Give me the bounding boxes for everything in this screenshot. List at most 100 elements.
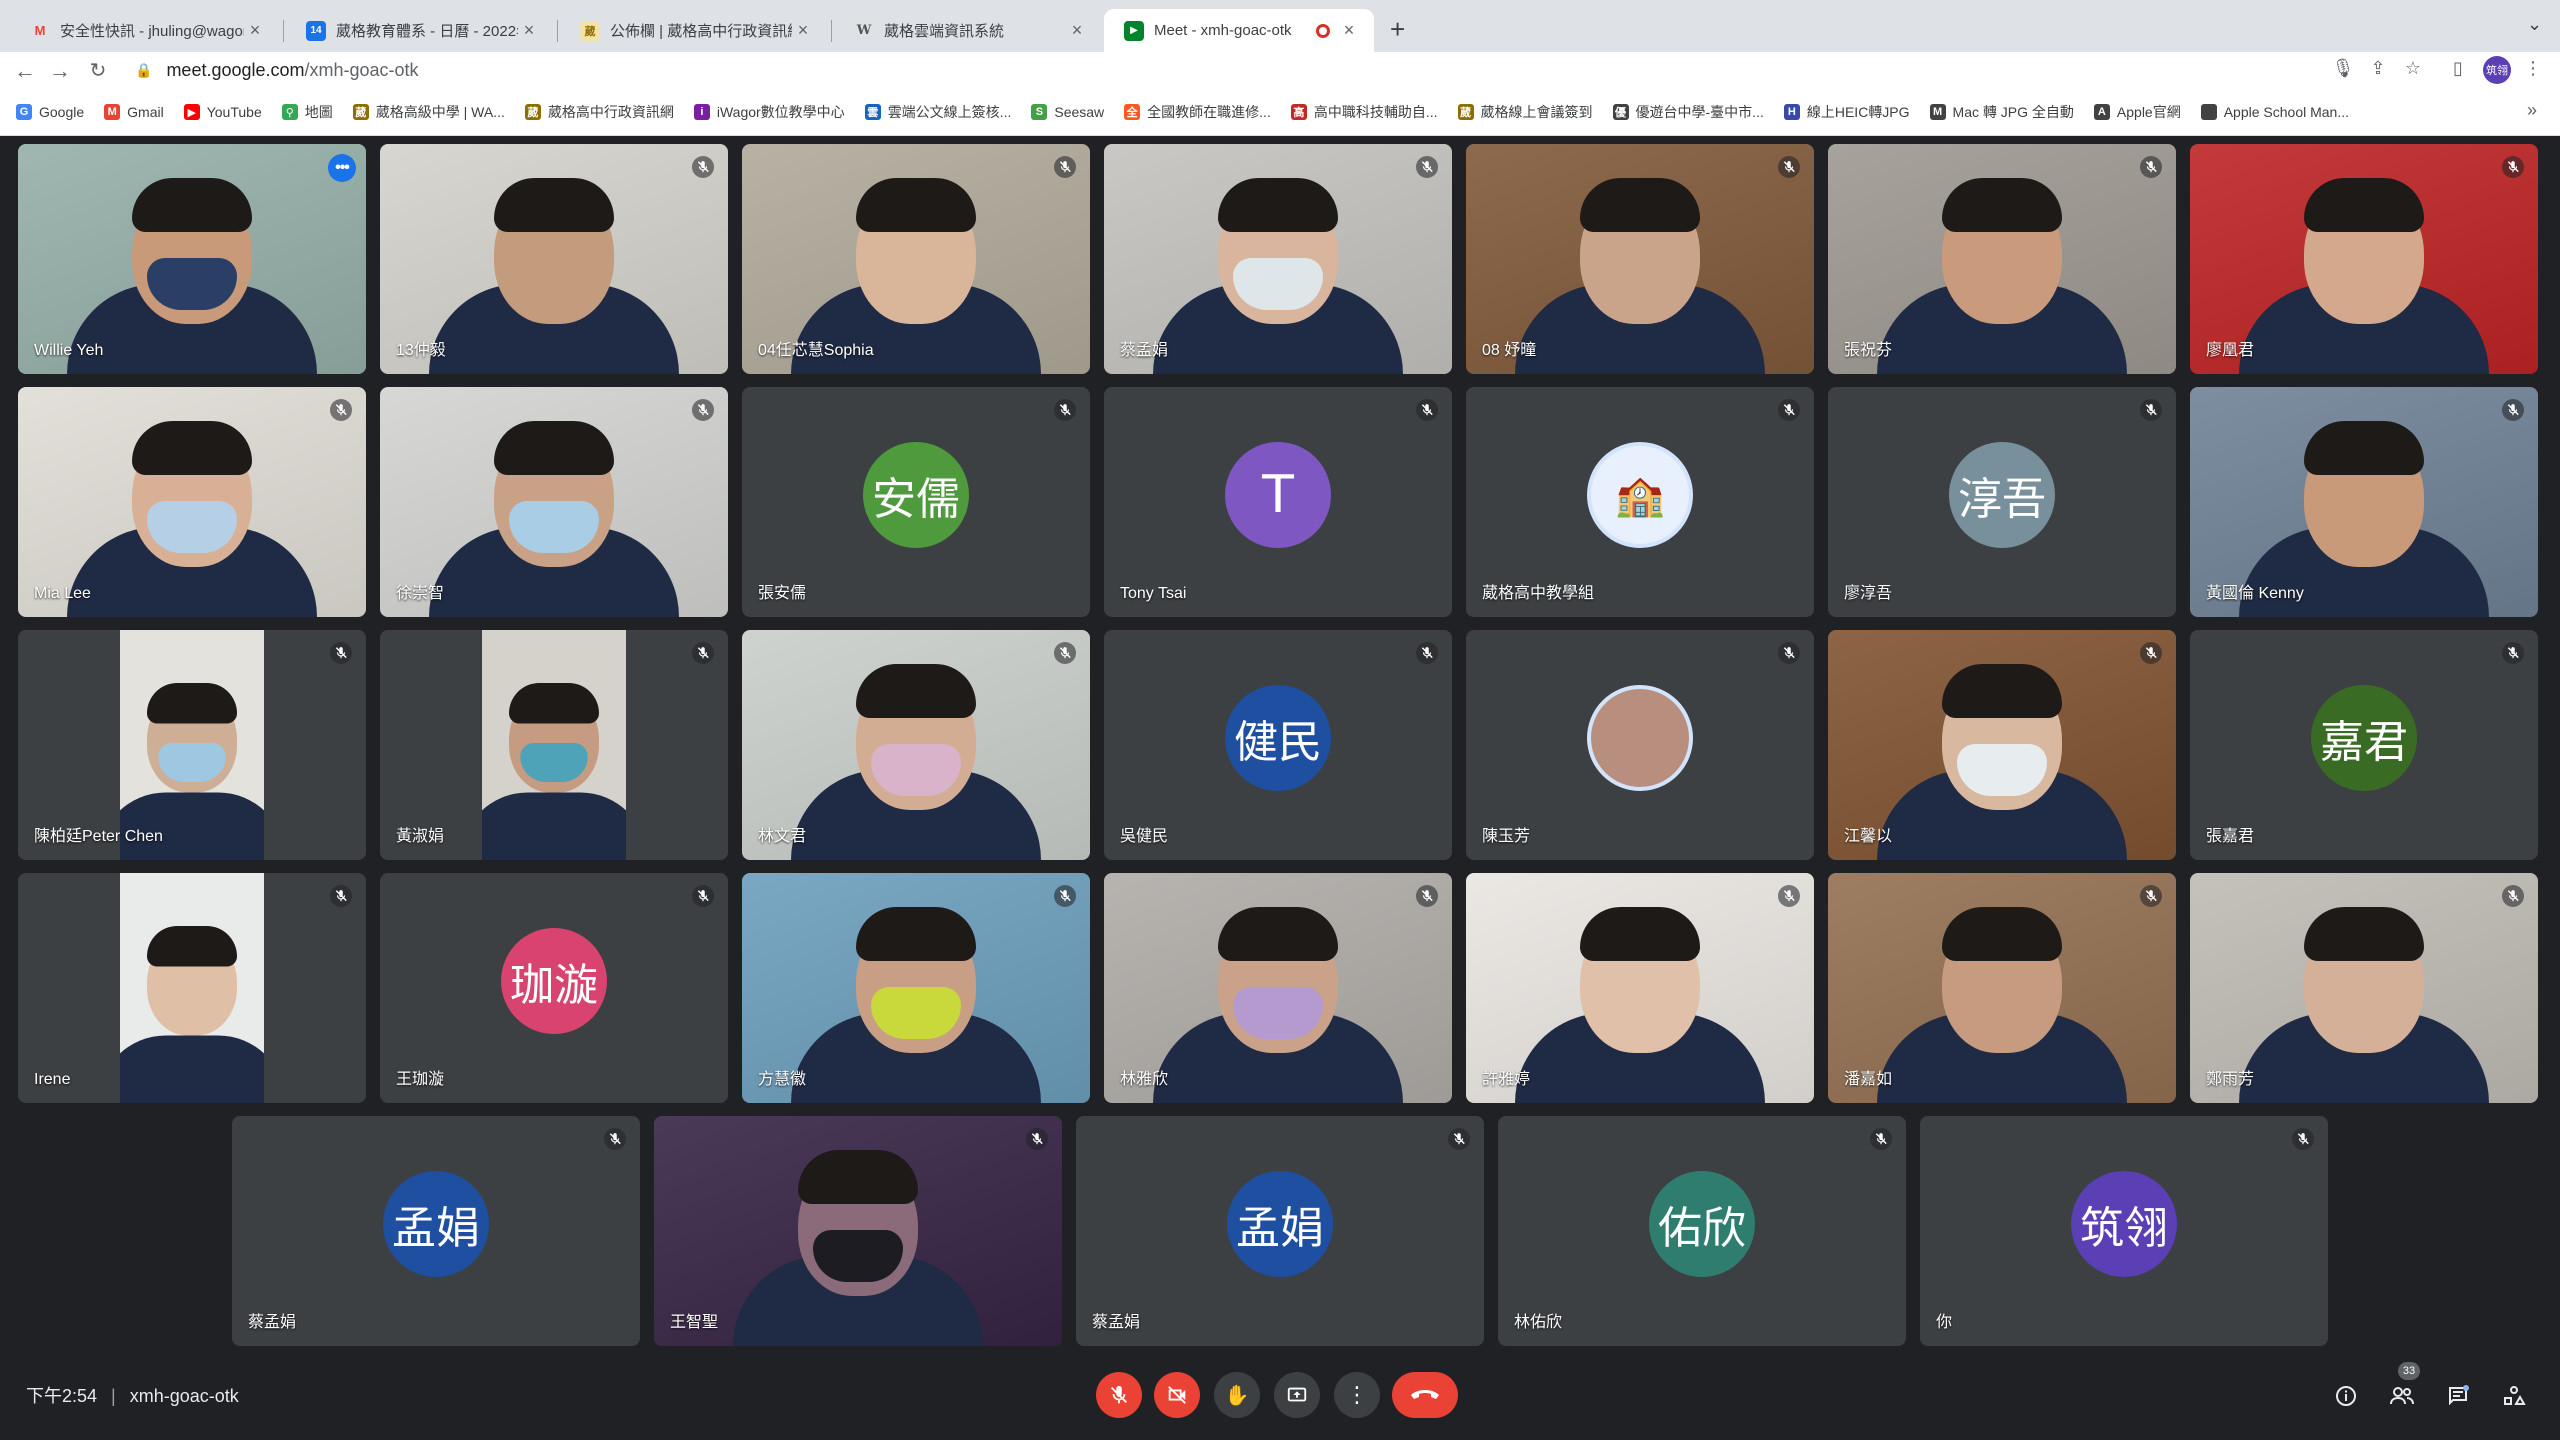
close-icon[interactable]: ×: [1066, 20, 1088, 41]
participant-tile[interactable]: 方慧徽: [742, 873, 1090, 1103]
participant-tile[interactable]: 蔡孟娟: [1104, 144, 1452, 374]
participant-tile[interactable]: 王智聖: [654, 1116, 1062, 1346]
muted-mic-icon: [330, 399, 352, 421]
bookmark-item[interactable]: 優優遊台中學-臺中市...: [1612, 102, 1764, 122]
participant-tile[interactable]: 張祝芬: [1828, 144, 2176, 374]
participant-tile[interactable]: Mia Lee: [18, 387, 366, 617]
bookmark-item[interactable]: 葳葳格高中行政資訊網: [524, 102, 674, 122]
participant-tile[interactable]: Irene: [18, 873, 366, 1103]
participant-tile[interactable]: 鄭雨芳: [2190, 873, 2538, 1103]
participant-tile[interactable]: 08 妤曈: [1466, 144, 1814, 374]
close-icon[interactable]: ×: [518, 20, 540, 41]
participant-tile[interactable]: 廖凰君: [2190, 144, 2538, 374]
address-bar[interactable]: 🔒 meet.google.com/xmh-goac-otk: [135, 52, 2435, 88]
bookmark-item[interactable]: M Gmail: [104, 104, 164, 120]
bookmark-item[interactable]: 葳葳格線上會議簽到: [1457, 102, 1593, 122]
close-icon[interactable]: ×: [244, 20, 266, 41]
more-options-button[interactable]: ⋮: [1334, 1372, 1380, 1418]
bookmark-item[interactable]: ⚲ 地圖: [281, 102, 333, 122]
face-mask-shape: [1957, 744, 2047, 796]
bookmark-item[interactable]: Apple School Man...: [2200, 104, 2350, 120]
participant-tile[interactable]: 黃國倫 Kenny: [2190, 387, 2538, 617]
activities-icon[interactable]: [2498, 1380, 2530, 1412]
participant-tile[interactable]: 徐崇智: [380, 387, 728, 617]
bookmark-item[interactable]: S Seesaw: [1031, 104, 1104, 120]
meeting-details-icon[interactable]: [2330, 1380, 2362, 1412]
bookmark-item[interactable]: M Mac 轉 JPG 全自動: [1929, 102, 2074, 122]
people-icon[interactable]: [2386, 1380, 2418, 1412]
new-tab-button[interactable]: +: [1390, 14, 1405, 45]
bookmark-icon: 優: [1612, 104, 1629, 120]
reload-icon[interactable]: ↻: [83, 58, 113, 83]
face-mask-shape: [509, 501, 599, 553]
chevron-down-icon[interactable]: ⌄: [2527, 14, 2542, 35]
present-screen-button[interactable]: [1274, 1372, 1320, 1418]
participant-tile[interactable]: 江馨以: [1828, 630, 2176, 860]
forward-arrow-icon[interactable]: →: [45, 58, 75, 84]
participant-tile[interactable]: 潘嘉如: [1828, 873, 2176, 1103]
participant-tile[interactable]: 04任芯慧Sophia: [742, 144, 1090, 374]
browser-tab[interactable]: 14 葳格教育體系 - 日曆 - 2022年6月 ×: [286, 9, 554, 52]
participant-tile[interactable]: Willie Yeh •••: [18, 144, 366, 374]
bookmark-icon: 葳: [524, 104, 541, 120]
participant-tile[interactable]: 珈漩 王珈漩: [380, 873, 728, 1103]
bookmark-item[interactable]: 全全國教師在職進修...: [1124, 102, 1271, 122]
star-icon[interactable]: ☆: [2400, 58, 2426, 79]
bookmark-item[interactable]: 葳葳格高級中學 | WA...: [352, 102, 505, 122]
bookmark-item[interactable]: ▶ YouTube: [183, 104, 262, 120]
bookmark-label: Apple School Man...: [2223, 104, 2350, 120]
person-body-shape: [482, 792, 626, 860]
participant-tile[interactable]: 孟娟 蔡孟娟: [1076, 1116, 1484, 1346]
raise-hand-button[interactable]: ✋: [1214, 1372, 1260, 1418]
person-head-shape: [1942, 664, 2062, 810]
meeting-code: xmh-goac-otk: [129, 1386, 239, 1406]
microphone-off-button[interactable]: [1096, 1372, 1142, 1418]
bookmarks-overflow-icon[interactable]: »: [2527, 100, 2537, 121]
participant-tile[interactable]: 許雅婷: [1466, 873, 1814, 1103]
participant-tile[interactable]: 健民 吳健民: [1104, 630, 1452, 860]
participant-tile[interactable]: 陳柏廷Peter Chen: [18, 630, 366, 860]
participant-tile[interactable]: 孟娟 蔡孟娟: [232, 1116, 640, 1346]
participant-tile[interactable]: 安儒 張安儒: [742, 387, 1090, 617]
microphone-icon[interactable]: 🎙: [2330, 58, 2356, 79]
back-arrow-icon[interactable]: ←: [10, 58, 40, 84]
share-icon[interactable]: ⇪: [2365, 58, 2391, 79]
url-path: /xmh-goac-otk: [304, 59, 419, 80]
participant-tile[interactable]: 淳吾 廖淳吾: [1828, 387, 2176, 617]
browser-tab[interactable]: M 安全性快訊 - jhuling@wagor.tc ×: [10, 9, 280, 52]
participant-tile[interactable]: 13仲毅: [380, 144, 728, 374]
participant-tile[interactable]: 林雅欣: [1104, 873, 1452, 1103]
profile-avatar[interactable]: 筑翎: [2483, 56, 2511, 84]
bookmark-icon: ▶: [183, 104, 200, 120]
muted-mic-icon: [330, 885, 352, 907]
bookmark-icon: M: [1929, 104, 1946, 120]
bookmark-item[interactable]: 雲雲端公文線上簽核...: [864, 102, 1011, 122]
close-icon[interactable]: ×: [1338, 20, 1360, 41]
muted-mic-icon: [2140, 885, 2162, 907]
participant-tile[interactable]: T Tony Tsai: [1104, 387, 1452, 617]
participant-tile[interactable]: 林文君: [742, 630, 1090, 860]
camera-off-button[interactable]: [1154, 1372, 1200, 1418]
close-icon[interactable]: ×: [792, 20, 814, 41]
participant-tile[interactable]: 🏫 葳格高中教學組: [1466, 387, 1814, 617]
bookmark-item[interactable]: i iWagor數位教學中心: [693, 102, 845, 122]
participant-name: 徐崇智: [396, 585, 445, 602]
browser-tab[interactable]: 葳 公佈欄 | 葳格高中行政資訊網 ×: [560, 9, 828, 52]
tile-options-button[interactable]: •••: [328, 154, 356, 182]
participant-tile[interactable]: 陳玉芳: [1466, 630, 1814, 860]
participant-tile[interactable]: 黃淑娟: [380, 630, 728, 860]
chat-icon[interactable]: [2442, 1380, 2474, 1412]
bookmark-item[interactable]: A Apple官網: [2093, 102, 2181, 122]
leave-call-button[interactable]: [1392, 1372, 1458, 1418]
browser-tab-active[interactable]: ▶ Meet - xmh-goac-otk ×: [1104, 9, 1374, 52]
sidebar-icon[interactable]: ▯: [2445, 58, 2471, 79]
participant-tile[interactable]: 嘉君 張嘉君: [2190, 630, 2538, 860]
browser-tab[interactable]: W 葳格雲端資訊系統 ×: [834, 9, 1102, 52]
kebab-menu-icon[interactable]: ⋮: [2520, 58, 2546, 79]
participant-name: 陳柏廷Peter Chen: [34, 828, 163, 845]
bookmark-item[interactable]: 高高中職科技輔助自...: [1290, 102, 1438, 122]
bookmark-item[interactable]: G Google: [16, 104, 84, 120]
participant-tile[interactable]: 筑翎你: [1920, 1116, 2328, 1346]
bookmark-item[interactable]: H 線上HEIC轉JPG: [1783, 102, 1910, 122]
participant-tile[interactable]: 佑欣 林佑欣: [1498, 1116, 1906, 1346]
